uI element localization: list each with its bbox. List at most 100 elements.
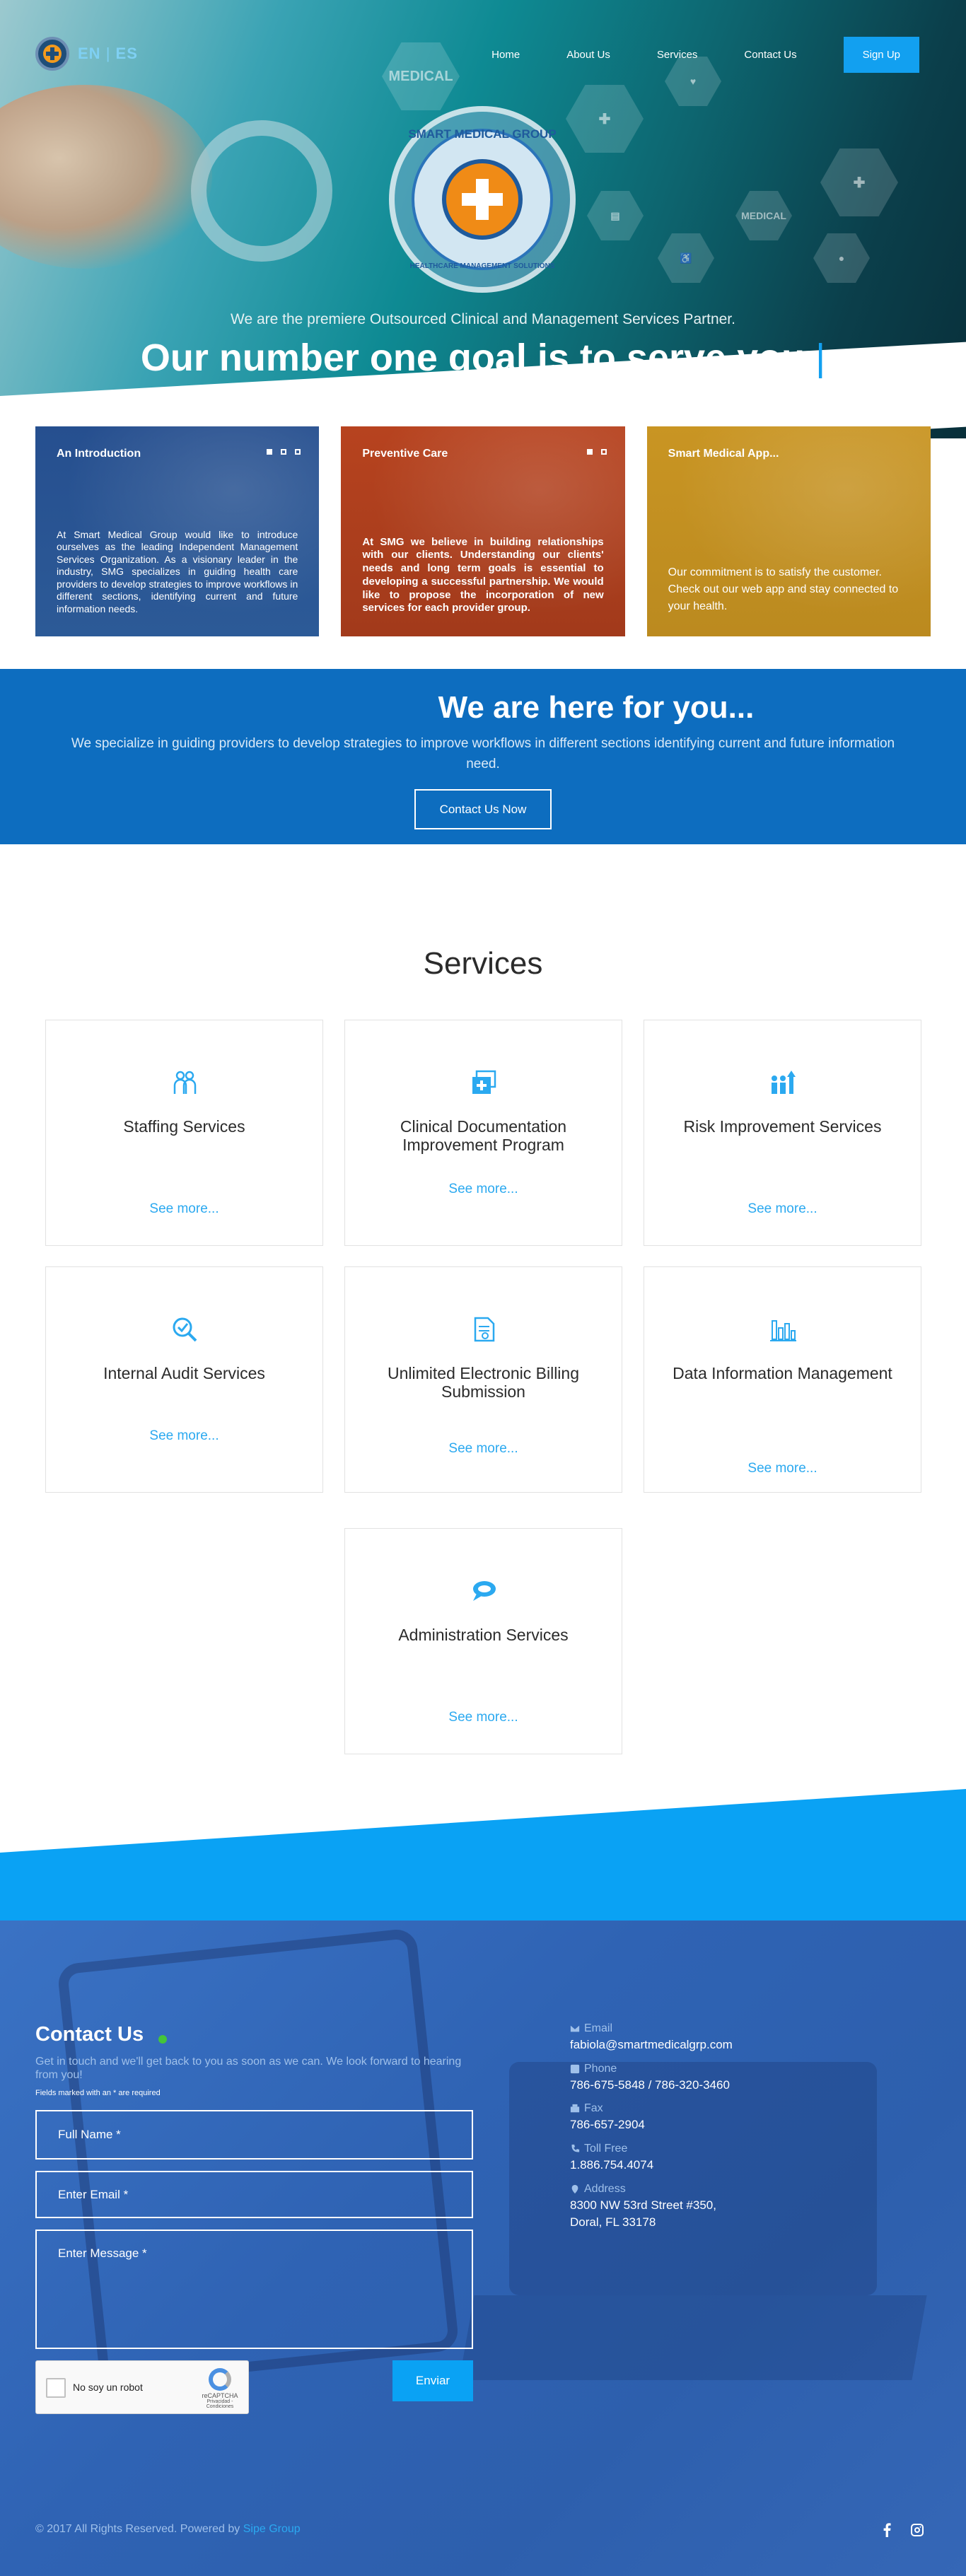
service-name: Staffing Services — [123, 1117, 245, 1136]
lang-en-link[interactable]: EN — [78, 45, 101, 62]
phone-value[interactable]: 786-675-5848 / 786-320-3460 — [570, 2077, 909, 2094]
service-card-internal-audit[interactable]: Internal Audit Services See more... — [45, 1266, 323, 1493]
seal-core — [442, 159, 523, 240]
service-name: Unlimited Electronic Billing Submission — [388, 1364, 579, 1401]
service-card-clinical-documentation[interactable]: Clinical Documentation Improvement Progr… — [344, 1020, 622, 1246]
see-more-link[interactable]: See more... — [345, 1182, 622, 1197]
email-label: Email — [584, 2022, 613, 2034]
info-fax: Fax 786-657-2904 — [570, 2102, 909, 2134]
fax-label: Fax — [584, 2102, 603, 2115]
instagram-glyph — [911, 2524, 924, 2536]
lang-es-link[interactable]: ES — [116, 45, 138, 62]
info-fax-label-row: Fax — [570, 2102, 909, 2115]
info-email-label-row: Email — [570, 2022, 909, 2035]
card-title: Preventive Care — [362, 448, 448, 460]
fax-icon — [570, 2104, 580, 2113]
see-more-link[interactable]: See more... — [46, 1428, 322, 1444]
here-text: We specialize in guiding providers to de… — [71, 736, 895, 771]
here-for-you-band: We are here for you... We specialize in … — [0, 669, 966, 844]
contact-us-now-button[interactable]: Contact Us Now — [414, 789, 552, 829]
bar-chart-icon — [770, 1320, 796, 1341]
carousel-dot[interactable] — [600, 449, 607, 455]
service-card-electronic-billing[interactable]: Unlimited Electronic Billing Submission … — [344, 1266, 622, 1493]
recaptcha-links[interactable]: Privacidad - Condiciones — [200, 2399, 240, 2409]
service-name: Administration Services — [398, 1626, 569, 1644]
see-more-link[interactable]: See more... — [345, 1441, 622, 1457]
send-button[interactable]: Enviar — [392, 2360, 473, 2401]
see-more-link[interactable]: See more... — [345, 1710, 622, 1725]
nav-contact-us[interactable]: Contact Us — [744, 49, 796, 61]
lang-separator: | — [105, 45, 111, 62]
recaptcha-checkbox[interactable] — [46, 2378, 66, 2398]
message-field[interactable]: Enter Message * — [35, 2230, 473, 2349]
card-body: At SMG we believe in building relationsh… — [362, 535, 604, 614]
address-label: Address — [584, 2182, 626, 2195]
service-name: Clinical Documentation Improvement Progr… — [400, 1117, 567, 1154]
contact-title: Contact Us — [35, 2023, 144, 2046]
card-title: An Introduction — [57, 448, 141, 460]
logo-icon[interactable] — [35, 37, 69, 71]
card-smart-medical-app[interactable]: Smart Medical App... Our commitment is t… — [646, 426, 931, 636]
card-introduction[interactable]: An Introduction At Smart Medical Group w… — [35, 426, 320, 636]
see-more-link[interactable]: See more... — [644, 1201, 921, 1217]
toll-free-label: Toll Free — [584, 2142, 628, 2155]
address-line-2: Doral, FL 33178 — [570, 2215, 656, 2230]
carousel-dot[interactable] — [586, 449, 593, 455]
sign-up-button[interactable]: Sign Up — [843, 37, 919, 73]
hex-medical-label-2: MEDICAL — [735, 191, 792, 240]
contact-lead: Get in touch and we'll get back to you a… — [35, 2056, 462, 2082]
recaptcha-brand: reCAPTCHA — [202, 2392, 238, 2399]
instagram-icon[interactable] — [909, 2522, 926, 2539]
magnifier-check-icon — [173, 1317, 197, 1342]
powered-by-link[interactable]: Sipe Group — [243, 2523, 301, 2535]
carousel-dots — [586, 449, 607, 455]
keyboard-image — [459, 2295, 927, 2380]
full-name-field[interactable]: Full Name * — [35, 2110, 473, 2160]
nav-about-us[interactable]: About Us — [566, 49, 610, 61]
typing-cursor: | — [815, 337, 826, 379]
contact-info: Email fabiola@smartmedicalgrp.com Phone … — [570, 2022, 909, 2240]
nav-services[interactable]: Services — [657, 49, 698, 61]
hex-cross-icon-2: ✚ — [820, 148, 898, 216]
email-value[interactable]: fabiola@smartmedicalgrp.com — [570, 2036, 909, 2054]
service-card-staffing[interactable]: Staffing Services See more... — [45, 1020, 323, 1246]
carousel-dot[interactable] — [267, 449, 273, 455]
feature-cards: An Introduction At Smart Medical Group w… — [35, 426, 931, 636]
service-card-administration[interactable]: Administration Services See more... — [344, 1528, 622, 1754]
facebook-icon[interactable] — [879, 2522, 896, 2539]
copyright-text: © 2017 All Rights Reserved. Powered by — [35, 2523, 240, 2535]
service-card-risk-improvement[interactable]: Risk Improvement Services See more... — [644, 1020, 921, 1246]
see-more-link[interactable]: See more... — [46, 1201, 322, 1217]
carousel-dot[interactable] — [281, 449, 287, 455]
carousel-dots — [267, 449, 301, 455]
carousel-dot[interactable] — [295, 449, 301, 455]
chat-bubble-icon — [473, 1581, 496, 1601]
smart-medical-group-seal: SMART MEDICAL GROUP HEALTHCARE MANAGEMEN… — [389, 106, 576, 293]
service-card-data-management[interactable]: Data Information Management See more... — [644, 1266, 921, 1493]
info-toll-free: Toll Free 1.886.754.4074 — [570, 2143, 909, 2174]
hero-title-text: Our number one goal is to serve you — [140, 337, 805, 379]
hex-wheelchair-icon: ♿ — [658, 233, 714, 283]
toll-free-value[interactable]: 1.886.754.4074 — [570, 2157, 909, 2174]
card-body: Our commitment is to satisfy the custome… — [668, 566, 899, 612]
here-title: We are here for you... — [438, 690, 755, 725]
email-field[interactable]: Enter Email * — [35, 2171, 473, 2218]
nav-home[interactable]: Home — [491, 49, 520, 61]
facebook-glyph — [883, 2523, 891, 2537]
see-more-link[interactable]: See more... — [644, 1461, 921, 1476]
services-heading: Services — [423, 946, 543, 981]
message-placeholder: Enter Message * — [58, 2246, 147, 2260]
info-phone: Phone 786-675-5848 / 786-320-3460 — [570, 2063, 909, 2094]
address-line-1: 8300 NW 53rd Street #350, — [570, 2198, 716, 2212]
card-preventive-care[interactable]: Preventive Care At SMG we believe in bui… — [341, 426, 625, 636]
documents-plus-icon — [472, 1070, 496, 1094]
language-switcher: EN | ES — [78, 45, 138, 63]
people-growth-icon — [772, 1071, 796, 1094]
info-email: Email fabiola@smartmedicalgrp.com — [570, 2022, 909, 2054]
recaptcha-icon — [209, 2368, 231, 2391]
info-address-label-row: Address — [570, 2183, 909, 2196]
online-status-dot — [158, 2035, 167, 2044]
map-pin-icon — [571, 2184, 578, 2193]
envelope-icon — [570, 2025, 580, 2032]
main-nav: Home About Us Services Contact Us Sign U… — [491, 37, 919, 73]
